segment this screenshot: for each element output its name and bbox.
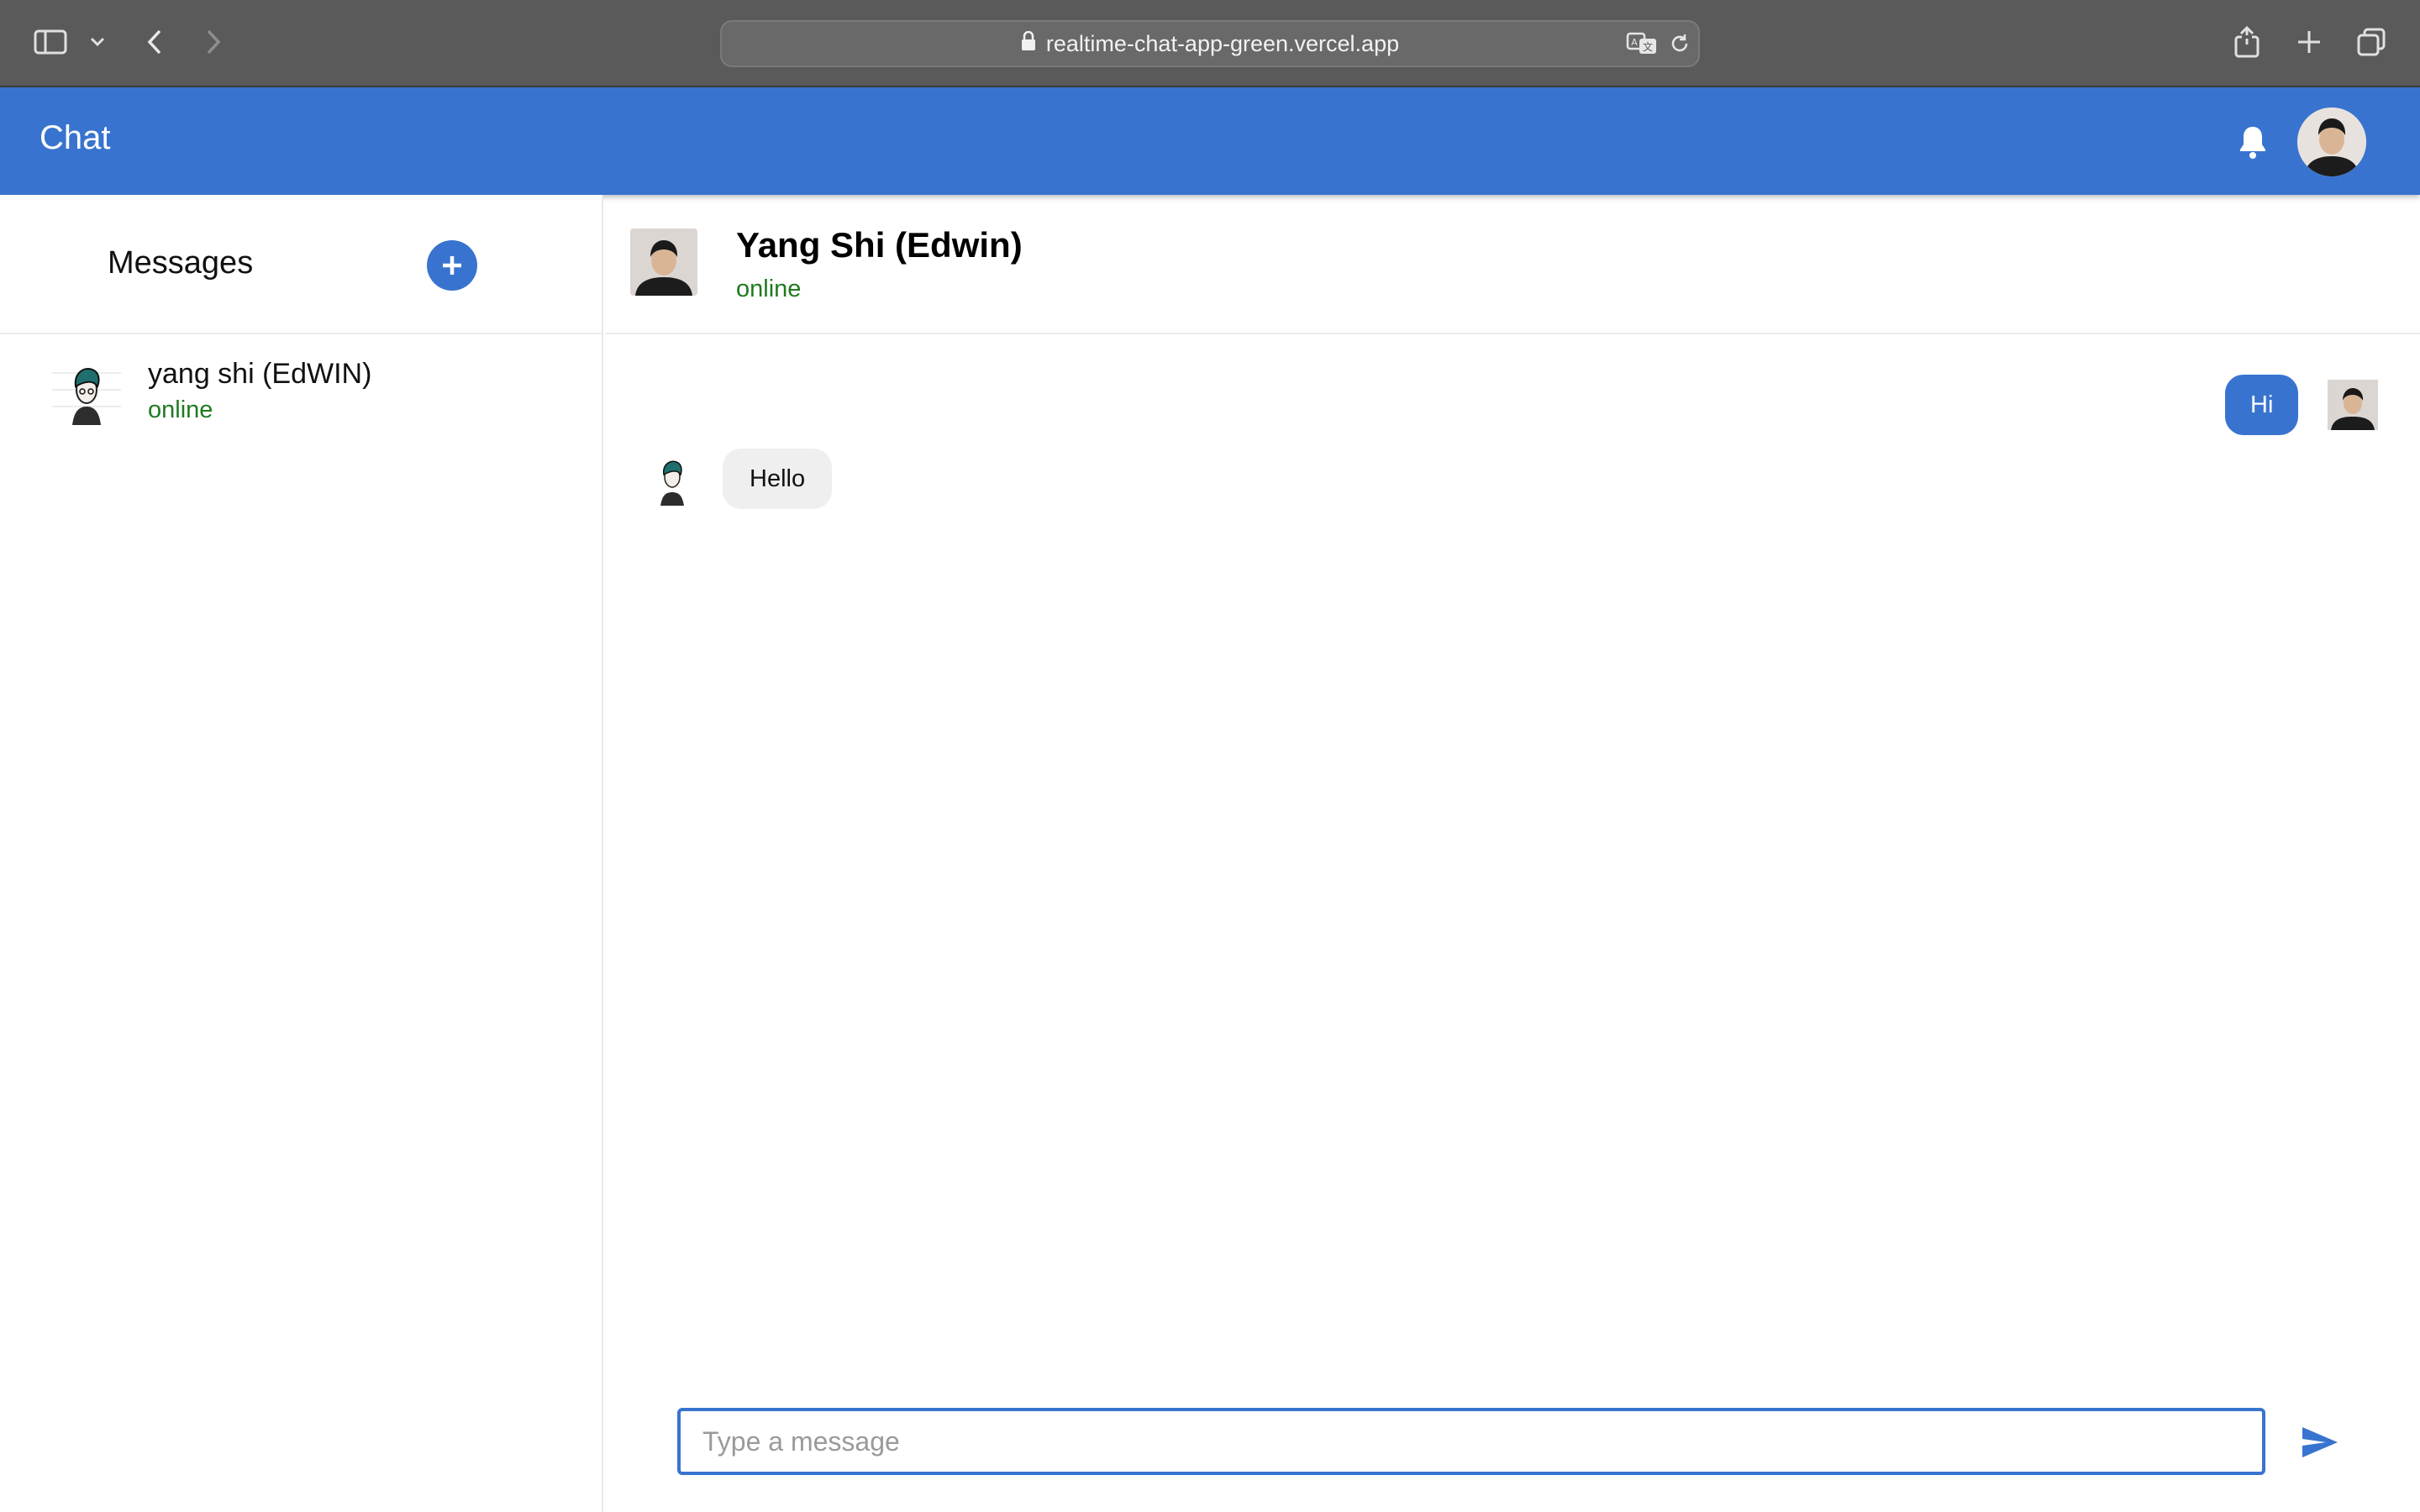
contact-avatar	[52, 356, 121, 425]
sidebar-title: Messages	[108, 245, 254, 281]
share-icon[interactable]	[2223, 18, 2270, 66]
tabs-overview-icon[interactable]	[2348, 18, 2395, 66]
user-avatar[interactable]	[2297, 108, 2366, 176]
sidebar-toggle-icon[interactable]	[27, 18, 74, 66]
message-input[interactable]	[681, 1411, 2262, 1472]
message-composer	[677, 1408, 2265, 1475]
new-tab-icon[interactable]	[2286, 18, 2333, 66]
outgoing-message-avatar	[2328, 380, 2378, 430]
contact-status: online	[148, 396, 213, 423]
incoming-message-bubble: Hello	[723, 449, 833, 509]
lock-icon	[1021, 30, 1036, 57]
chat-contact-avatar	[630, 228, 697, 296]
sidebar-header: Messages	[0, 195, 602, 334]
chat-header: Yang Shi (Edwin) online	[605, 195, 2420, 334]
svg-text:文: 文	[1643, 40, 1653, 53]
incoming-message-avatar	[647, 452, 697, 506]
address-bar[interactable]: realtime-chat-app-green.vercel.app 文A	[720, 20, 1700, 67]
bell-icon[interactable]	[2232, 121, 2274, 163]
contact-list-item[interactable]: yang shi (EdWIN) online	[0, 343, 602, 435]
browser-toolbar: realtime-chat-app-green.vercel.app 文A	[0, 0, 2420, 87]
new-conversation-button[interactable]	[427, 240, 477, 291]
outgoing-message-bubble: Hi	[2225, 375, 2299, 435]
translate-icon[interactable]: 文A	[1626, 30, 1658, 60]
send-icon	[2302, 1427, 2338, 1457]
plus-icon	[443, 256, 461, 275]
app-title: Chat	[39, 119, 111, 156]
forward-icon[interactable]	[190, 18, 237, 66]
chat-contact-name: Yang Shi (Edwin)	[736, 225, 1023, 265]
sidebar: Messages yang shi (EdWIN) online	[0, 195, 603, 1512]
svg-text:A: A	[1631, 37, 1638, 48]
chat-contact-status: online	[736, 276, 802, 302]
send-button[interactable]	[2297, 1420, 2343, 1465]
url-text: realtime-chat-app-green.vercel.app	[1045, 30, 1400, 56]
back-icon[interactable]	[131, 18, 178, 66]
reload-icon[interactable]	[1668, 32, 1691, 60]
chevron-down-icon[interactable]	[74, 18, 121, 66]
contact-name: yang shi (EdWIN)	[148, 358, 372, 390]
app-header: Chat	[0, 87, 2420, 195]
